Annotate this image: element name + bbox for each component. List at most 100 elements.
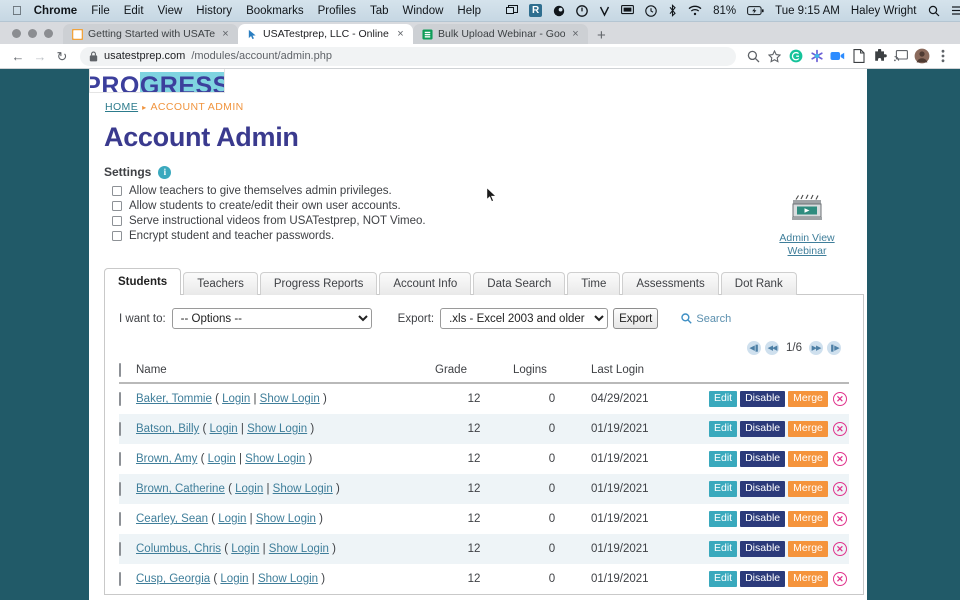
- delete-icon[interactable]: ✕: [832, 512, 847, 527]
- apple-logo-icon[interactable]: : [12, 4, 22, 17]
- battery-icon[interactable]: [747, 5, 764, 16]
- pagination-next-button[interactable]: ▶▶: [809, 341, 823, 355]
- back-button[interactable]: ←: [8, 50, 28, 63]
- setting-checkbox-teacher-admin[interactable]: [112, 186, 122, 196]
- display-icon[interactable]: [621, 5, 635, 16]
- video-camera-icon[interactable]: [828, 47, 847, 66]
- merge-button[interactable]: Merge: [788, 421, 828, 438]
- setting-row-video-source[interactable]: Serve instructional videos from USATestp…: [112, 215, 853, 227]
- login-link[interactable]: Login: [210, 423, 238, 435]
- row-select-checkbox[interactable]: [119, 572, 121, 587]
- grammarly-icon[interactable]: [786, 47, 805, 66]
- v-icon[interactable]: [599, 5, 610, 17]
- setting-checkbox-video-source[interactable]: [112, 216, 122, 226]
- menu-item-edit[interactable]: Edit: [124, 5, 144, 17]
- menu-item-bookmarks[interactable]: Bookmarks: [246, 5, 304, 17]
- cast-icon[interactable]: [891, 47, 910, 66]
- browser-tab-3[interactable]: Bulk Upload Webinar - Google ×: [413, 24, 588, 44]
- student-name-link[interactable]: Batson, Billy: [136, 423, 199, 435]
- minimize-window-button[interactable]: [28, 28, 37, 38]
- site-logo[interactable]: PROGRESS: [89, 69, 225, 93]
- close-window-button[interactable]: [12, 28, 21, 38]
- student-name-link[interactable]: Baker, Tommie: [136, 393, 212, 405]
- student-name-link[interactable]: Brown, Amy: [136, 453, 197, 465]
- menubar-username[interactable]: Haley Wright: [851, 5, 917, 17]
- new-tab-button[interactable]: +: [588, 28, 615, 44]
- three-dot-menu-icon[interactable]: [933, 47, 952, 66]
- edit-button[interactable]: Edit: [709, 451, 738, 468]
- delete-icon[interactable]: ✕: [832, 482, 847, 497]
- browser-tab-1[interactable]: Getting Started with USATestp ×: [63, 24, 238, 44]
- tab-assessments[interactable]: Assessments: [622, 272, 719, 295]
- row-select-checkbox[interactable]: [119, 422, 121, 437]
- menu-item-help[interactable]: Help: [457, 5, 481, 17]
- row-select-checkbox[interactable]: [119, 542, 121, 557]
- tab-account-info[interactable]: Account Info: [379, 272, 472, 295]
- pagination-last-button[interactable]: ❚▶: [827, 341, 841, 355]
- row-select-checkbox[interactable]: [119, 482, 121, 497]
- row-select-checkbox[interactable]: [119, 512, 121, 527]
- column-header-name[interactable]: Name: [136, 361, 435, 384]
- export-format-select[interactable]: .xls - Excel 2003 and older: [440, 308, 609, 329]
- power-circle-icon[interactable]: [576, 4, 588, 17]
- menu-item-window[interactable]: Window: [403, 5, 444, 17]
- merge-button[interactable]: Merge: [788, 451, 828, 468]
- select-all-checkbox[interactable]: [119, 363, 121, 377]
- setting-row-teacher-admin[interactable]: Allow teachers to give themselves admin …: [112, 185, 853, 197]
- merge-button[interactable]: Merge: [788, 481, 828, 498]
- setting-checkbox-encrypt-passwords[interactable]: [112, 231, 122, 241]
- tab-students[interactable]: Students: [104, 268, 182, 295]
- column-header-logins[interactable]: Logins: [513, 361, 591, 384]
- profile-avatar-icon[interactable]: [912, 47, 931, 66]
- wifi-icon[interactable]: [688, 5, 702, 16]
- delete-icon[interactable]: ✕: [832, 392, 847, 406]
- tab-progress-reports[interactable]: Progress Reports: [259, 272, 378, 295]
- show-login-link[interactable]: Show Login: [273, 483, 333, 495]
- bookmark-star-icon[interactable]: [765, 47, 784, 66]
- login-link[interactable]: Login: [218, 513, 246, 525]
- disable-button[interactable]: Disable: [740, 421, 786, 438]
- student-name-link[interactable]: Cearley, Sean: [136, 513, 208, 525]
- browser-tab-2[interactable]: USATestprep, LLC - Online Sta ×: [238, 24, 413, 44]
- edit-button[interactable]: Edit: [709, 571, 738, 588]
- export-button[interactable]: Export: [613, 308, 659, 329]
- r-box-icon[interactable]: R: [529, 4, 543, 17]
- show-login-link[interactable]: Show Login: [256, 513, 316, 525]
- menu-item-view[interactable]: View: [158, 5, 183, 17]
- browser-tab-3-close-icon[interactable]: ×: [570, 28, 581, 40]
- maximize-window-button[interactable]: [44, 28, 53, 38]
- tab-teachers[interactable]: Teachers: [183, 272, 258, 295]
- menubar-clock[interactable]: Tue 9:15 AM: [775, 5, 840, 17]
- edit-button[interactable]: Edit: [709, 511, 738, 528]
- login-link[interactable]: Login: [231, 543, 259, 555]
- pagination-prev-button[interactable]: ◀◀: [765, 341, 779, 355]
- menu-item-chrome[interactable]: Chrome: [34, 5, 77, 17]
- row-select-checkbox[interactable]: [119, 392, 121, 406]
- delete-icon[interactable]: ✕: [832, 572, 847, 587]
- extension-asterisk-icon[interactable]: [807, 47, 826, 66]
- setting-checkbox-student-accounts[interactable]: [112, 201, 122, 211]
- disable-button[interactable]: Disable: [740, 391, 786, 408]
- edit-button[interactable]: Edit: [709, 541, 738, 558]
- reload-button[interactable]: ↻: [52, 50, 72, 63]
- edit-button[interactable]: Edit: [709, 481, 738, 498]
- column-header-grade[interactable]: Grade: [435, 361, 513, 384]
- control-center-icon[interactable]: [951, 5, 960, 16]
- info-icon[interactable]: i: [158, 165, 172, 179]
- show-login-link[interactable]: Show Login: [247, 423, 307, 435]
- student-name-link[interactable]: Cusp, Georgia: [136, 573, 210, 585]
- document-icon[interactable]: [849, 47, 868, 66]
- merge-button[interactable]: Merge: [788, 541, 828, 558]
- breadcrumb-home-link[interactable]: HOME: [105, 101, 138, 113]
- setting-row-student-accounts[interactable]: Allow students to create/edit their own …: [112, 200, 853, 212]
- clock-icon[interactable]: [645, 4, 657, 17]
- show-login-link[interactable]: Show Login: [269, 543, 329, 555]
- disable-button[interactable]: Disable: [740, 571, 786, 588]
- address-bar[interactable]: usatestprep.com/modules/account/admin.ph…: [80, 46, 736, 66]
- search-link[interactable]: Search: [681, 313, 731, 325]
- merge-button[interactable]: Merge: [788, 391, 828, 408]
- screen-mirroring-icon[interactable]: [506, 5, 519, 16]
- show-login-link[interactable]: Show Login: [258, 573, 318, 585]
- menu-item-history[interactable]: History: [196, 5, 232, 17]
- admin-view-webinar-link[interactable]: Admin View Webinar: [761, 194, 853, 258]
